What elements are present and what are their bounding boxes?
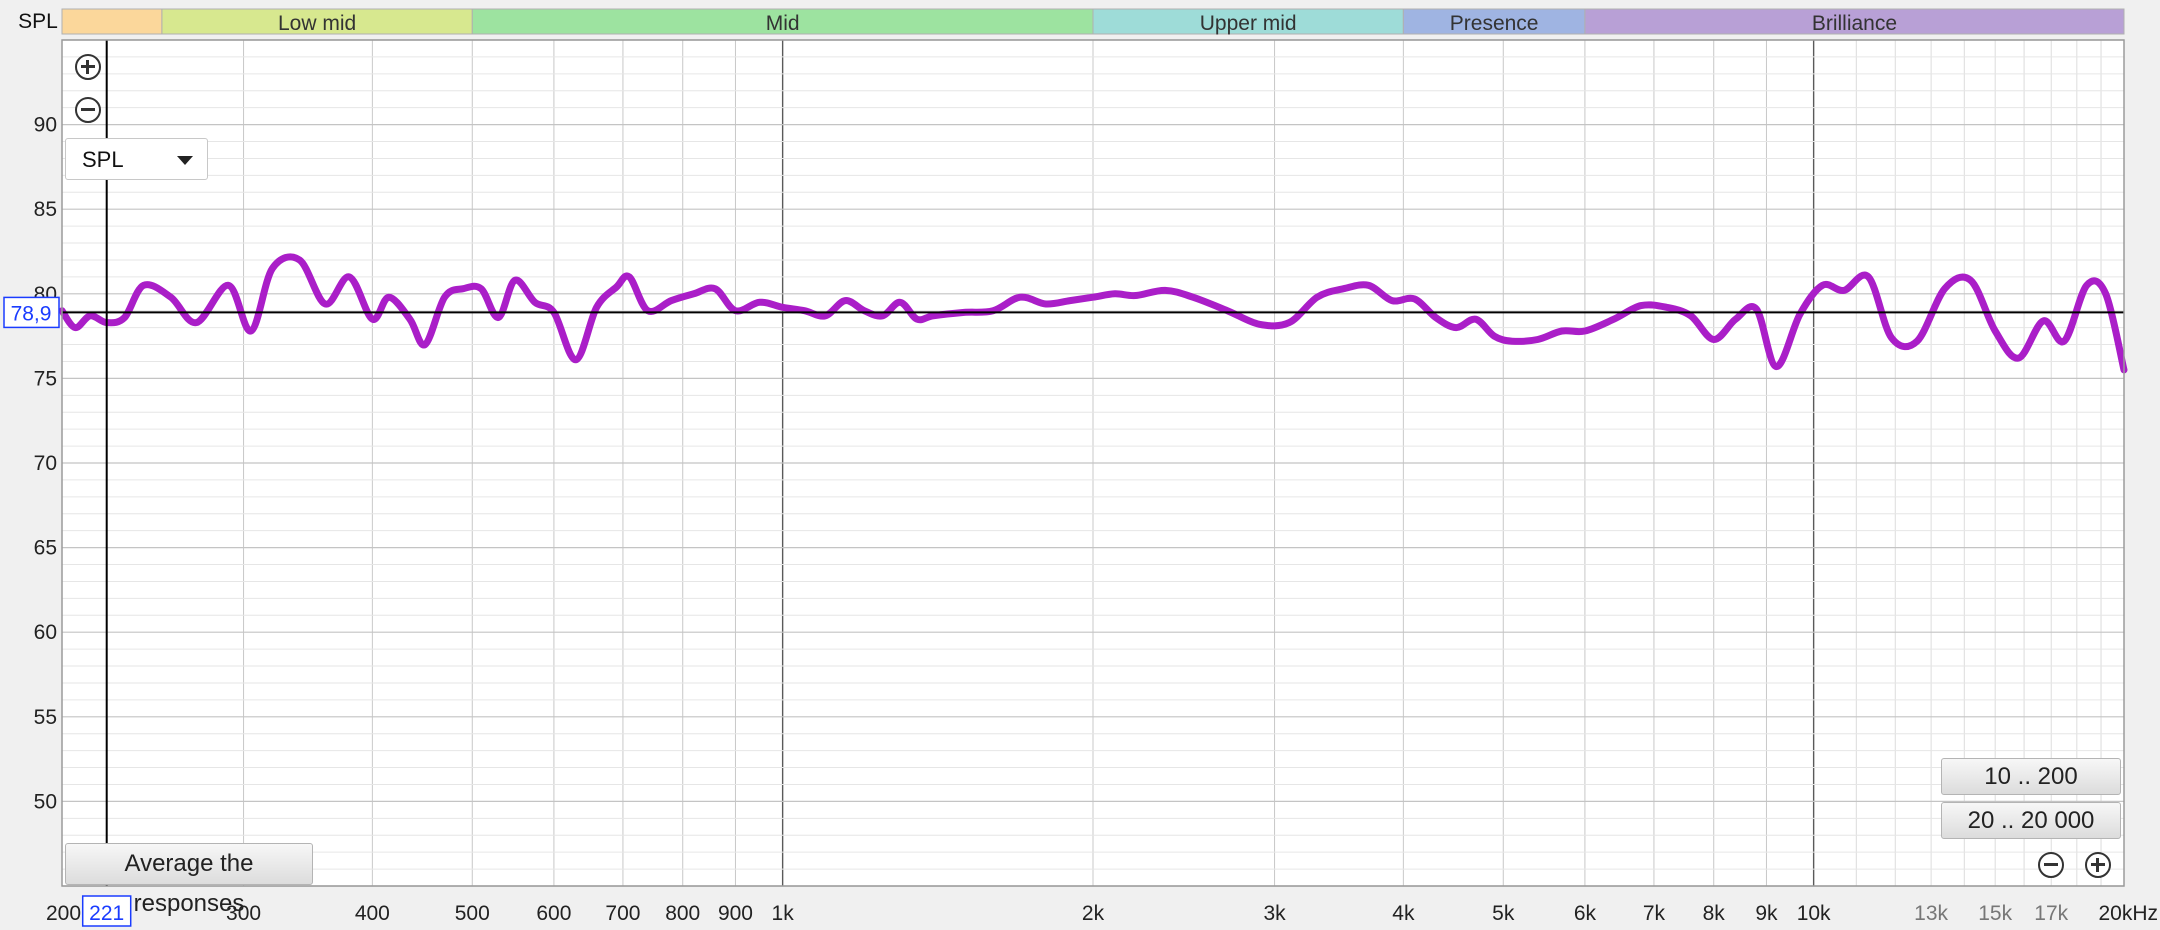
- cursor-spl-readout: 78,9: [11, 302, 52, 325]
- x-tick-label: 900: [718, 902, 753, 925]
- x-tick-label: 200: [46, 902, 81, 925]
- x-tick-label: 13k: [1914, 902, 1948, 925]
- band-label: Mid: [766, 12, 800, 35]
- x-tick-label: 20kHz: [2098, 902, 2158, 925]
- x-tick-label: 9k: [1755, 902, 1778, 925]
- average-responses-button[interactable]: Average the responses: [65, 843, 313, 917]
- spl-graph[interactable]: Low mid Mid Upper mid Presence Brilliance SP…: [0, 0, 2160, 930]
- x-tick-label: 6k: [1574, 902, 1597, 925]
- x-tick-label: 1k: [772, 902, 795, 925]
- x-tick-label: 600: [536, 902, 571, 925]
- y-axis-ticks: 505560657075808590: [34, 114, 57, 814]
- x-tick-label: 4k: [1392, 902, 1415, 925]
- chevron-down-icon: [177, 156, 193, 165]
- zoom-out-horizontal-icon[interactable]: [2038, 852, 2064, 878]
- y-tick-label: 85: [34, 198, 57, 221]
- band-bass: [61, 8, 163, 35]
- y-tick-label: 70: [34, 452, 57, 475]
- band-label: Brilliance: [1812, 12, 1897, 35]
- x-tick-label: 5k: [1492, 902, 1515, 925]
- band-label: Upper mid: [1200, 12, 1297, 35]
- measurement-select-value: SPL: [82, 147, 124, 172]
- band-label: Presence: [1450, 12, 1539, 35]
- x-tick-label: 8k: [1703, 902, 1726, 925]
- y-tick-label: 75: [34, 367, 57, 390]
- x-tick-label: 500: [455, 902, 490, 925]
- measurement-select[interactable]: SPL: [65, 138, 208, 180]
- cursor-frequency-readout: 221: [89, 902, 124, 925]
- y-tick-label: 90: [34, 114, 57, 137]
- range-10-200-button[interactable]: 10 .. 200: [1941, 758, 2121, 795]
- y-tick-label: 50: [34, 790, 57, 813]
- y-tick-label: 55: [34, 706, 57, 729]
- zoom-out-vertical-icon[interactable]: [75, 97, 101, 123]
- y-tick-label: 65: [34, 537, 57, 560]
- x-tick-label: 7k: [1643, 902, 1666, 925]
- x-tick-label: 700: [605, 902, 640, 925]
- zoom-in-vertical-icon[interactable]: [75, 54, 101, 80]
- frequency-bands: Low mid Mid Upper mid Presence Brilliance: [61, 8, 2125, 35]
- x-tick-label: 10k: [1797, 902, 1831, 925]
- spl-axis-title: SPL: [18, 10, 58, 33]
- zoom-in-horizontal-icon[interactable]: [2085, 852, 2111, 878]
- range-20-20000-button[interactable]: 20 .. 20 000: [1941, 802, 2121, 839]
- y-tick-label: 60: [34, 621, 57, 644]
- x-tick-label: 400: [355, 902, 390, 925]
- x-tick-label: 800: [665, 902, 700, 925]
- x-tick-label: 17k: [2034, 902, 2068, 925]
- x-tick-label: 15k: [1978, 902, 2012, 925]
- x-tick-label: 3k: [1263, 902, 1286, 925]
- band-label: Low mid: [278, 12, 356, 35]
- x-tick-label: 2k: [1082, 902, 1105, 925]
- x-axis-ticks: 2003004005006007008009001k2k3k4k5k6k7k8k…: [46, 902, 2158, 925]
